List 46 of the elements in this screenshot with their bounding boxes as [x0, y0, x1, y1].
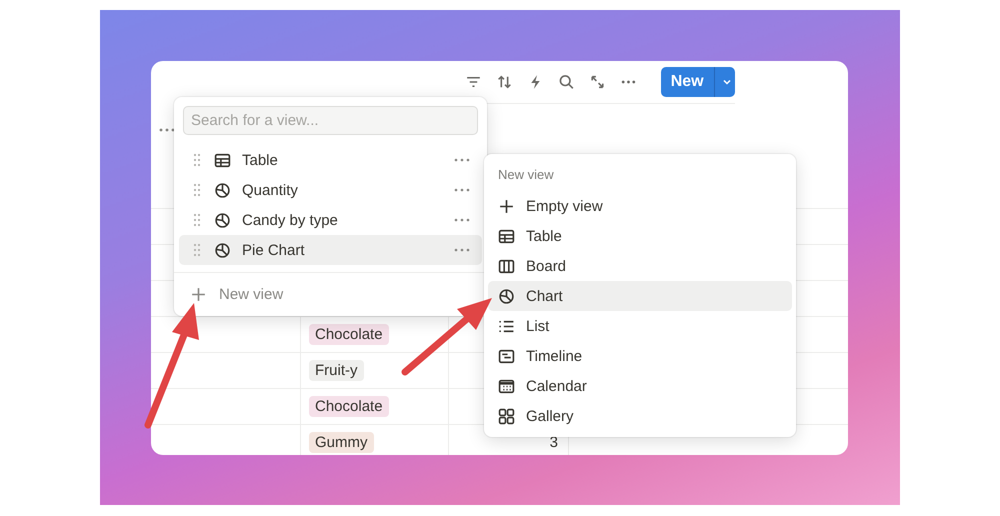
- calendar-icon: [498, 378, 515, 394]
- view-item[interactable]: Candy by type: [179, 205, 482, 235]
- pie-chart-icon: [214, 242, 231, 258]
- type-tag: Gummy: [309, 432, 374, 453]
- search-icon[interactable]: [558, 73, 575, 91]
- new-view-button[interactable]: New view: [174, 273, 487, 316]
- plus-icon: [498, 198, 515, 214]
- view-type-option[interactable]: Empty view: [488, 191, 792, 221]
- columns-icon: [498, 258, 515, 274]
- view-item[interactable]: Pie Chart: [179, 235, 482, 265]
- drag-handle-icon[interactable]: [193, 153, 201, 167]
- table-icon: [498, 228, 515, 244]
- type-tag: Chocolate: [309, 324, 389, 345]
- view-type-option[interactable]: Table: [488, 221, 792, 251]
- view-type-option[interactable]: Timeline: [488, 341, 792, 371]
- menu-heading: New view: [497, 166, 555, 184]
- plus-icon: [190, 286, 207, 303]
- view-type-option[interactable]: Board: [488, 251, 792, 281]
- table-icon: [214, 152, 231, 168]
- new-dropdown-button[interactable]: [714, 67, 736, 97]
- more-icon[interactable]: [454, 248, 470, 252]
- view-item[interactable]: Quantity: [179, 175, 482, 205]
- more-icon[interactable]: [454, 188, 470, 192]
- type-tag: Chocolate: [309, 396, 389, 417]
- view-type-option[interactable]: List: [488, 311, 792, 341]
- view-type-option[interactable]: Calendar: [488, 371, 792, 401]
- pie-chart-icon: [498, 288, 515, 304]
- more-icon[interactable]: [454, 218, 470, 222]
- pie-chart-icon: [214, 182, 231, 198]
- type-tag: Fruit-y: [309, 360, 364, 381]
- drag-handle-icon[interactable]: [193, 183, 201, 197]
- new-view-label: New view: [219, 286, 284, 303]
- sort-icon[interactable]: [496, 73, 513, 91]
- pie-chart-icon: [214, 212, 231, 228]
- more-icon[interactable]: [454, 158, 470, 162]
- expand-icon[interactable]: [588, 73, 606, 91]
- grid-icon: [498, 408, 515, 424]
- search-field[interactable]: Search for a view...: [183, 106, 478, 135]
- view-item[interactable]: Table: [179, 145, 482, 175]
- drag-handle-icon[interactable]: [193, 243, 201, 257]
- more-icon[interactable]: [159, 127, 175, 133]
- new-button[interactable]: New: [660, 67, 714, 97]
- view-type-option[interactable]: Gallery: [488, 401, 792, 431]
- timeline-icon: [498, 348, 515, 364]
- view-type-option[interactable]: Chart: [488, 281, 792, 311]
- drag-handle-icon[interactable]: [193, 213, 201, 227]
